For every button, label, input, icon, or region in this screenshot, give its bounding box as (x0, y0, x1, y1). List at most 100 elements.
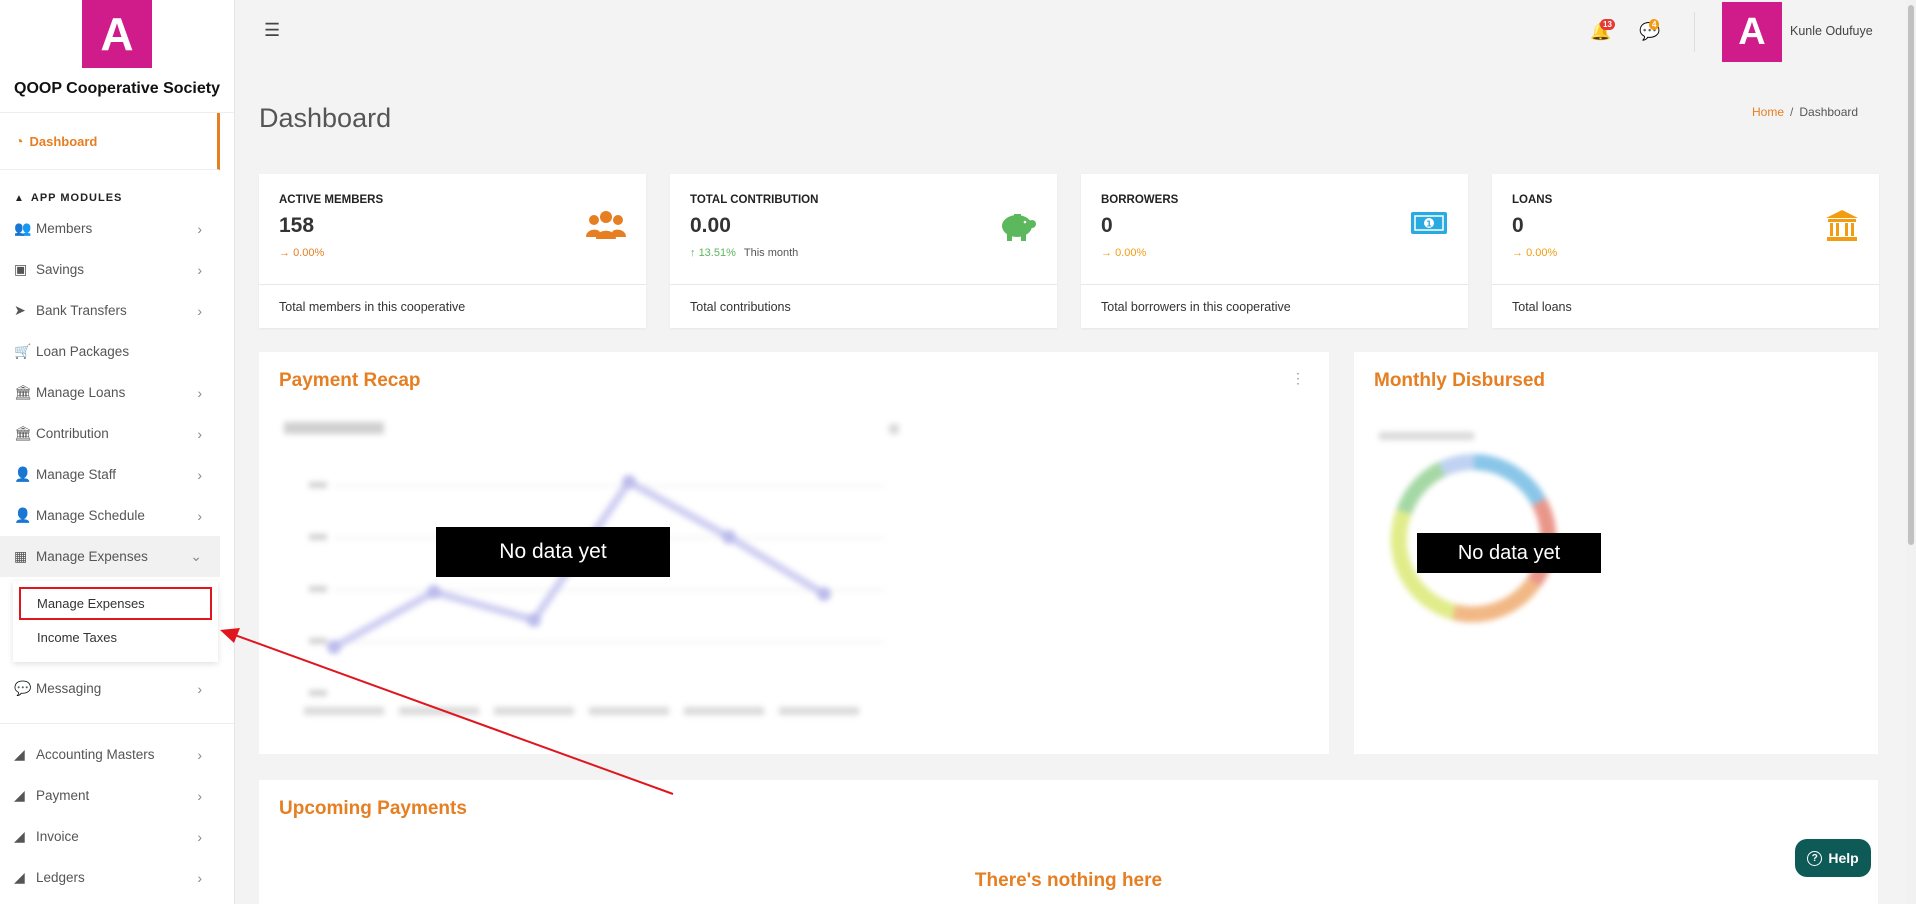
page-scrollbar[interactable] (1906, 0, 1916, 904)
brand: A QOOP Cooperative Society (0, 0, 234, 113)
comments-icon: 💬 (14, 680, 32, 696)
sidebar-item-dashboard[interactable]: ◔ Dashboard (0, 113, 220, 170)
sidebar-item-bank-transfers[interactable]: ➤ Bank Transfers › (0, 290, 234, 331)
sidebar-item-savings[interactable]: ▣ Savings › (0, 249, 234, 290)
no-data-overlay: No data yet (436, 527, 670, 577)
stat-card-loans: LOANS 0 → 0.00% Total loans (1492, 174, 1879, 328)
sidebar-item-manage-schedule[interactable]: 👤 Manage Schedule › (0, 495, 234, 536)
sidebar-item-loan-packages[interactable]: 🛒 Loan Packages (0, 331, 234, 372)
paper-plane-icon: ➤ (14, 302, 26, 318)
notifications-bell-icon[interactable]: 🔔 13 (1590, 19, 1615, 42)
submenu-item-income-taxes[interactable]: Income Taxes (13, 620, 218, 654)
chevron-right-icon: › (197, 869, 202, 886)
sidebar-item-manage-staff[interactable]: 👤 Manage Staff › (0, 454, 234, 495)
stat-footer: Total members in this cooperative (259, 284, 646, 328)
bank-icon: 🏛 (14, 384, 32, 400)
upcoming-payments-panel: Upcoming Payments There's nothing here (259, 780, 1878, 904)
stat-card-total-contribution: TOTAL CONTRIBUTION 0.00 ↑ 13.51% This mon… (670, 174, 1057, 328)
cart-icon: 🛒 (14, 343, 32, 359)
stat-card-borrowers: BORROWERS 0 → 0.00% 1 Total borrowers in… (1081, 174, 1468, 328)
chevron-right-icon: › (197, 220, 202, 237)
bank-icon (1825, 209, 1859, 251)
chevron-right-icon: › (197, 466, 202, 483)
sidebar-item-label: Dashboard (29, 133, 98, 149)
no-data-overlay: No data yet (1417, 533, 1601, 573)
sidebar-item-payment[interactable]: ◢ Payment › (0, 775, 234, 816)
chart-area-icon: ◢ (14, 787, 25, 803)
sidebar-divider (0, 723, 234, 724)
sidebar-item-messaging[interactable]: 💬 Messaging › (0, 668, 234, 709)
svg-text:1: 1 (1426, 220, 1432, 229)
stat-change: → 0.00% (279, 247, 325, 259)
panel-title: Monthly Disbursed (1374, 370, 1546, 391)
payment-recap-panel: Payment Recap ⋮ No data yet (259, 352, 1329, 754)
more-options-icon[interactable]: ⋮ (1291, 370, 1305, 387)
messages-badge: 4 (1649, 19, 1660, 30)
user-name[interactable]: Kunle Odufuye (1790, 24, 1873, 38)
help-button[interactable]: ? Help (1795, 839, 1871, 877)
chevron-right-icon: › (197, 261, 202, 278)
stat-footer: Total loans (1492, 284, 1879, 328)
stat-value: 0 (1101, 214, 1113, 237)
chevron-right-icon: › (197, 787, 202, 804)
chart-area-icon: ◢ (14, 828, 25, 844)
sidebar-item-manage-expenses[interactable]: ▦ Manage Expenses ⌄ (0, 536, 220, 577)
chevron-right-icon: › (197, 384, 202, 401)
monthly-disbursed-panel: Monthly Disbursed No data yet (1354, 352, 1878, 754)
scrollbar-thumb[interactable] (1908, 5, 1914, 545)
chevron-right-icon: › (197, 746, 202, 763)
stat-footer: Total contributions (670, 284, 1057, 328)
breadcrumb: Home / Dashboard (1752, 105, 1859, 119)
bank-icon: 🏛 (14, 425, 32, 441)
section-title: ▲ APP MODULES (14, 192, 123, 204)
stat-change: → 0.00% (1512, 247, 1558, 259)
chart-area-icon: ◢ (14, 746, 25, 762)
money-bill-icon: 1 (1410, 209, 1448, 245)
breadcrumb-current: Dashboard (1799, 105, 1859, 119)
stat-card-active-members: ACTIVE MEMBERS 158 → 0.00% Total members… (259, 174, 646, 328)
empty-state-message: There's nothing here (974, 870, 1163, 891)
stat-change: → 0.00% (1101, 247, 1147, 259)
stat-change: ↑ 13.51% This month (690, 247, 799, 259)
dashboard-icon: ◔ (15, 133, 24, 149)
panel-title: Upcoming Payments (279, 798, 467, 819)
user-icon: 👤 (14, 466, 32, 482)
sidebar: A QOOP Cooperative Society ◔ Dashboard ▲… (0, 0, 235, 904)
user-avatar[interactable]: A (1722, 2, 1782, 62)
sidebar-item-contribution[interactable]: 🏛 Contribution › (0, 413, 234, 454)
placeholder-donut-chart (1379, 432, 1557, 623)
user-icon: 👤 (14, 507, 32, 523)
sidebar-item-accounting-masters[interactable]: ◢ Accounting Masters › (0, 734, 234, 775)
chart-area-icon: ◢ (14, 869, 25, 885)
sidebar-item-manage-loans[interactable]: 🏛 Manage Loans › (0, 372, 234, 413)
sidebar-item-ledgers[interactable]: ◢ Ledgers › (0, 857, 234, 898)
stat-label: ACTIVE MEMBERS (279, 194, 384, 206)
question-icon: ? (1807, 850, 1823, 866)
calculator-icon: ▦ (14, 548, 28, 564)
chevron-down-icon: ⌄ (190, 548, 202, 564)
stat-label: TOTAL CONTRIBUTION (690, 194, 819, 206)
stat-value: 158 (279, 214, 315, 237)
chevron-right-icon: › (197, 425, 202, 442)
topbar-divider (1694, 12, 1695, 52)
notifications-badge: 13 (1600, 19, 1615, 30)
panel-title: Payment Recap (279, 370, 421, 391)
stat-value: 0.00 (690, 214, 731, 237)
chevron-right-icon: › (197, 302, 202, 319)
sidebar-item-invoice[interactable]: ◢ Invoice › (0, 816, 234, 857)
stat-footer: Total borrowers in this cooperative (1081, 284, 1468, 328)
submenu-item-manage-expenses[interactable]: Manage Expenses (19, 587, 212, 620)
topbar: ☰ 🔔 13 💬 4 A Kunle Odufuye (235, 0, 1916, 64)
messages-icon[interactable]: 💬 4 (1639, 19, 1660, 42)
users-icon (586, 209, 626, 249)
sidebar-item-members[interactable]: 👥 Members › (0, 208, 234, 249)
brand-name: QOOP Cooperative Society (14, 80, 220, 97)
money-icon: ▣ (14, 261, 28, 277)
breadcrumb-home[interactable]: Home (1752, 105, 1784, 119)
hamburger-menu-icon[interactable]: ☰ (264, 20, 280, 41)
bell-icon: ▲ (14, 193, 25, 204)
chevron-right-icon: › (197, 828, 202, 845)
expenses-submenu: Manage Expenses Income Taxes (13, 581, 218, 662)
brand-logo[interactable]: A (82, 0, 152, 68)
page-title: Dashboard (259, 103, 392, 133)
